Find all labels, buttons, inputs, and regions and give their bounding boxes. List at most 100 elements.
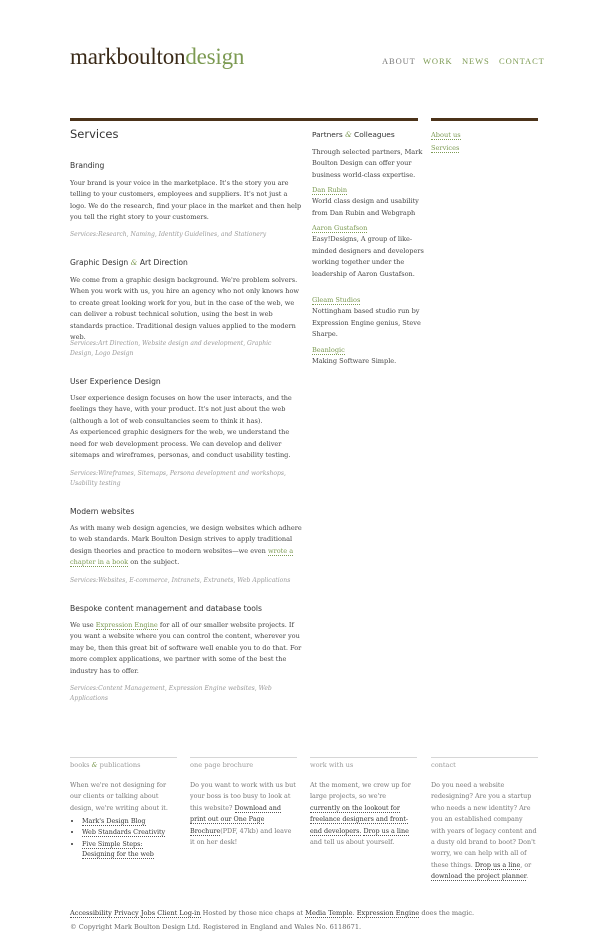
expression-engine-link[interactable]: Expression Engine (95, 621, 158, 630)
text-fragment: As with many web design agencies, we des… (70, 524, 302, 555)
logo[interactable]: markboultondesign (70, 44, 244, 70)
divider (190, 757, 297, 758)
sidebar-top-rule (431, 118, 538, 121)
heading-part: Colleagues (354, 130, 395, 139)
section-heading-ux: User Experience Design (70, 377, 161, 386)
footer-work-text: At the moment, we crew up for large proj… (310, 780, 417, 848)
divider (70, 757, 177, 758)
partner-link[interactable]: Beanlogic (312, 346, 345, 355)
privacy-link[interactable]: Privacy (113, 909, 139, 918)
partners-intro: Through selected partners, Mark Boulton … (312, 148, 423, 179)
section-tags-modern-websites: Services:Websites, E-commerce, Intranets… (70, 577, 291, 584)
partner-link[interactable]: Aaron Gustafson (312, 224, 368, 233)
jobs-link[interactable]: Jobs (140, 909, 156, 918)
partner-desc: Making Software Simple. (312, 357, 397, 366)
web-standards-creativity-link[interactable]: Web Standards Creativity (82, 828, 166, 838)
section-tags-ux: Services:Wireframes, Sitemaps, Persona d… (70, 470, 286, 488)
footer-brochure-text: Do you want to work with us but your bos… (190, 780, 297, 848)
list-item: Web Standards Creativity (82, 827, 177, 838)
text-fragment: . (526, 872, 529, 881)
footer-books: books & publications When we're not desi… (70, 757, 177, 860)
partner-beanlogic: Beanlogic Making Software Simple. (312, 345, 424, 368)
ampersand: & (91, 761, 98, 769)
divider (310, 757, 417, 758)
logo-part-mark: markboulton (70, 44, 186, 69)
divider (431, 757, 538, 758)
copyright: © Copyright Mark Boulton Design Ltd. Reg… (70, 923, 362, 931)
heading-part: Graphic Design (70, 258, 129, 267)
footer-brochure-heading: one page brochure (190, 761, 254, 769)
heading-part: publications (99, 761, 141, 769)
nav-work-link[interactable]: WORK (423, 56, 453, 66)
footer-contact: contact Do you need a website redesignin… (431, 757, 538, 883)
section-heading-cms: Bespoke content management and database … (70, 604, 262, 613)
section-text-ux: User experience design focuses on how th… (70, 393, 302, 461)
hosted-text: does the magic. (421, 909, 475, 917)
partner-link[interactable]: Gleam Studios (312, 296, 361, 305)
partner-desc: Nottingham based studio run by Expressio… (312, 307, 421, 339)
heading-part: Art Direction (139, 258, 188, 267)
nav-contact-link[interactable]: CONTACT (499, 56, 545, 66)
partners-heading: Partners & Colleagues (312, 130, 395, 139)
contact-drop-us-a-line-link[interactable]: Drop us a line (474, 860, 521, 870)
list-item: Mark's Design Blog (82, 816, 177, 827)
subnav-about-us-link[interactable]: About us (431, 131, 461, 140)
page-title: Services (70, 127, 119, 141)
nav-news[interactable]: NEWS (462, 56, 490, 66)
section-tags-cms: Services:Content Management, Expression … (70, 685, 272, 703)
section-heading-branding: Branding (70, 161, 105, 170)
section-tags-branding: Services:Research, Naming, Identity Guid… (70, 231, 267, 238)
text-fragment: , or (520, 860, 532, 869)
footer-work-heading: work with us (310, 761, 354, 769)
section-heading-modern-websites: Modern websites (70, 507, 135, 516)
section-text-modern-websites: As with many web design agencies, we des… (70, 523, 302, 569)
ux-paragraph-1: User experience design focuses on how th… (70, 394, 292, 425)
expression-engine-footer-link[interactable]: Expression Engine (356, 909, 420, 918)
project-planner-link[interactable]: download the project planner (431, 872, 527, 882)
subnav-services[interactable]: Services (431, 142, 460, 155)
footer-contact-text: Do you need a website redesigning? Are y… (431, 780, 538, 883)
bottom-links: Accessibility Privacy Jobs Client Log-in… (70, 909, 475, 918)
separator: . (352, 909, 355, 917)
text-fragment: Do you need a website redesigning? Are y… (431, 781, 537, 869)
nav-about[interactable]: ABOUT (382, 56, 416, 66)
text-fragment: and tell us about yourself. (310, 838, 395, 847)
five-simple-steps-link[interactable]: Five Simple Steps: Designing for the web (82, 839, 154, 859)
partner-link[interactable]: Dan Rubin (312, 186, 348, 195)
section-text-graphic-design: We come from a graphic design background… (70, 276, 299, 342)
footer-books-text: When we're not designing for our clients… (70, 781, 168, 812)
heading-part: Partners (312, 130, 343, 139)
client-login-link[interactable]: Client Log-in (157, 909, 201, 918)
footer-contact-heading: contact (431, 761, 456, 769)
partner-aaron-gustafson: Aaron Gustafson Easy!Designs, A group of… (312, 223, 424, 280)
logo-part-design: design (185, 44, 245, 69)
design-blog-link[interactable]: Mark's Design Blog (82, 817, 146, 827)
ampersand: & (345, 130, 352, 139)
text-fragment: We use (70, 621, 94, 629)
accessibility-link[interactable]: Accessibility (70, 909, 112, 918)
section-text-cms: We use Expression Engine for all of our … (70, 620, 302, 677)
subnav-about-us[interactable]: About us (431, 129, 461, 142)
section-heading-graphic-design: Graphic Design & Art Direction (70, 258, 188, 267)
media-temple-link[interactable]: Media Temple (305, 909, 353, 918)
section-tags-graphic-design: Services:Art Direction, Website design a… (70, 340, 272, 358)
partner-gleam-studios: Gleam Studios Nottingham based studio ru… (312, 295, 424, 341)
ux-paragraph-2: As experienced graphic designers for the… (70, 428, 291, 460)
heading-part: books (70, 761, 90, 769)
ampersand: & (130, 258, 138, 267)
drop-us-a-line-link[interactable]: Drop us a line (363, 826, 409, 836)
footer-books-list: Mark's Design Blog Web Standards Creativ… (70, 816, 177, 859)
footer-work: work with us At the moment, we crew up f… (310, 757, 417, 848)
nav-contact[interactable]: CONTACT (499, 56, 545, 66)
partner-desc: Easy!Designs, A group of like-minded des… (312, 235, 424, 278)
section-text-branding: Your brand is your voice in the marketpl… (70, 179, 302, 222)
partner-desc: World class design and usability from Da… (312, 197, 419, 217)
nav-about-link[interactable]: ABOUT (382, 56, 416, 66)
nav-news-link[interactable]: NEWS (462, 56, 490, 66)
footer-brochure: one page brochure Do you want to work wi… (190, 757, 297, 848)
partner-dan-rubin: Dan Rubin World class design and usabili… (312, 185, 424, 219)
list-item: Five Simple Steps: Designing for the web (82, 839, 177, 859)
main-top-rule (70, 118, 418, 121)
nav-work[interactable]: WORK (423, 56, 453, 66)
subnav-services-link[interactable]: Services (431, 144, 460, 153)
